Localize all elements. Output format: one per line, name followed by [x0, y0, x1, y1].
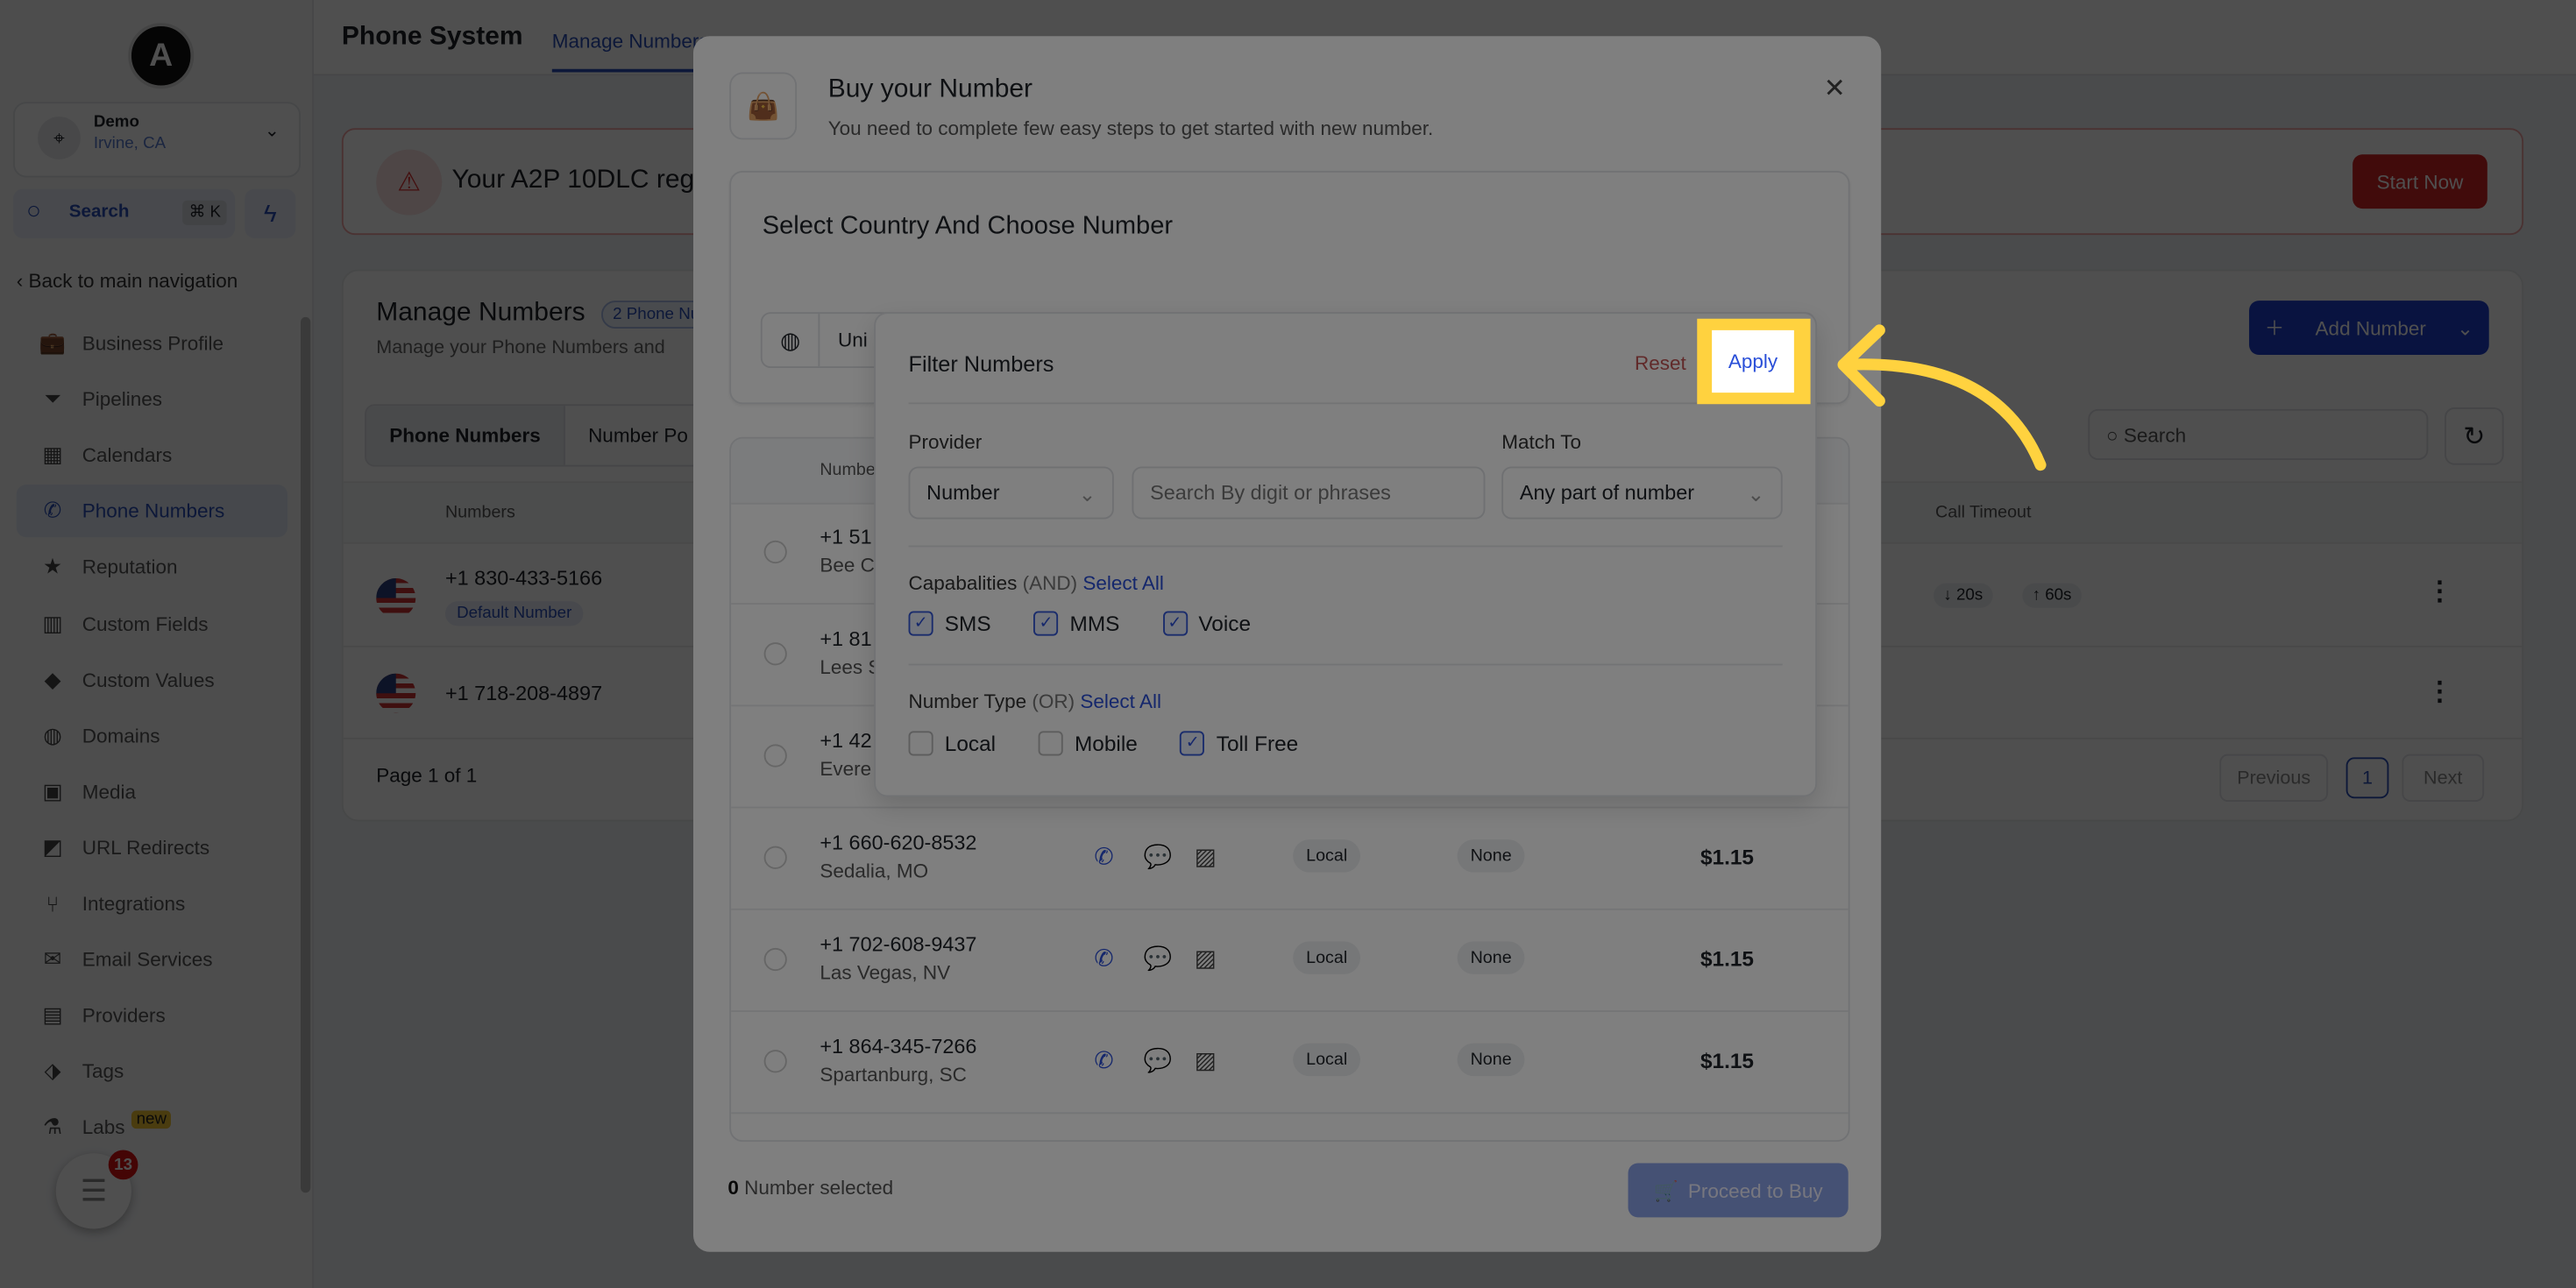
pointer-arrow-icon — [1837, 324, 2047, 471]
screen: A ⌖ Demo Irvine, CA ⌄ ○ Search ⌘ K ϟ ‹ B… — [0, 0, 2576, 1288]
